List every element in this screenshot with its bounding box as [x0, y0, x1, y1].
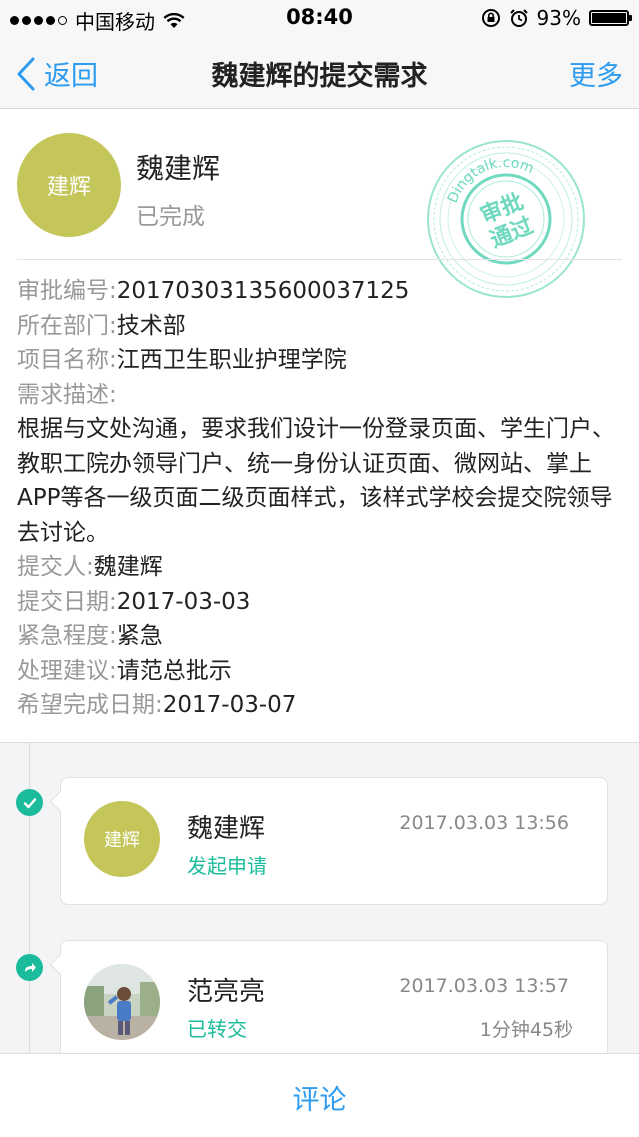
svg-text:Dingtalk.com: Dingtalk.com — [436, 141, 540, 210]
field-value: 2017-03-03 — [116, 588, 251, 615]
field-due-date: 希望完成日期: 2017-03-07 — [17, 688, 627, 723]
action-status: 已转交 — [187, 1017, 247, 1041]
field-value: 江西卫生职业护理学院 — [116, 347, 347, 373]
comment-button[interactable]: 评论 — [293, 1078, 347, 1117]
timestamp: 2017.03.03 13:56 — [399, 812, 569, 834]
timestamp: 2017.03.03 13:57 — [399, 975, 569, 997]
description-text: 根据与文处沟通，要求我们设计一份登录页面、学生门户、教职工院办领导门户、统一身份… — [17, 416, 615, 546]
field-label: 需求描述: — [17, 381, 117, 408]
page-title: 魏建辉的提交需求 — [211, 61, 428, 92]
field-value: 2017-03-07 — [162, 692, 297, 718]
approver-name: 魏建辉 — [187, 814, 266, 844]
timeline-item[interactable]: 建辉 魏建辉 2017.03.03 13:56 发起申请 — [60, 777, 608, 905]
applicant-name: 魏建辉 — [136, 152, 221, 185]
field-value: 技术部 — [116, 312, 186, 339]
field-label: 希望完成日期: — [17, 692, 163, 718]
field-label: 审批编号: — [17, 278, 117, 304]
field-label: 项目名称: — [17, 347, 117, 373]
field-urgency: 紧急程度: 紧急 — [17, 619, 627, 654]
field-list: 审批编号: 20170303135600037125 所在部门: 技术部 项目名… — [17, 274, 627, 723]
battery-icon — [589, 10, 632, 26]
approval-timeline: 建辉 魏建辉 2017.03.03 13:56 发起申请 范亮亮 2017.03… — [0, 743, 639, 1053]
divider — [17, 259, 622, 260]
check-icon — [16, 789, 43, 816]
avatar — [84, 964, 160, 1040]
field-label: 紧急程度: — [17, 623, 117, 649]
field-value: 魏建辉 — [93, 554, 163, 580]
stamp-brand: Dingtalk.com — [436, 141, 540, 210]
battery-percent: 93% — [536, 6, 581, 30]
field-suggestion: 处理建议: 请范总批示 — [17, 654, 627, 689]
approver-name: 范亮亮 — [187, 977, 266, 1007]
timeline-item[interactable]: 范亮亮 2017.03.03 13:57 已转交 1分钟45秒 — [60, 940, 608, 1053]
field-project: 项目名称: 江西卫生职业护理学院 — [17, 343, 627, 378]
field-value: 紧急 — [116, 623, 163, 649]
field-desc: 需求描述: — [17, 378, 627, 413]
alarm-icon — [509, 9, 528, 27]
duration: 1分钟45秒 — [479, 1019, 573, 1041]
status-badge: 已完成 — [136, 204, 205, 230]
more-button[interactable]: 更多 — [569, 54, 623, 93]
avatar: 建辉 — [84, 801, 160, 877]
forward-icon — [16, 954, 43, 981]
field-label: 提交人: — [17, 554, 94, 580]
field-dept: 所在部门: 技术部 — [17, 309, 627, 344]
bottom-bar: 评论 — [0, 1053, 639, 1137]
rotation-lock-icon — [481, 9, 500, 27]
field-value: 20170303135600037125 — [116, 278, 410, 304]
status-bar: 中国移动 08:40 93% — [0, 0, 639, 36]
field-submitter: 提交人: 魏建辉 — [17, 550, 627, 585]
field-label: 处理建议: — [17, 657, 117, 684]
field-approval-no: 审批编号: 20170303135600037125 — [17, 274, 627, 309]
nav-bar: 返回 魏建辉的提交需求 更多 — [0, 36, 639, 109]
request-detail: 建辉 魏建辉 已完成 Dingtalk.com 审批 通过 审批编号: 2017… — [0, 109, 639, 743]
field-submit-date: 提交日期: 2017-03-03 — [17, 585, 627, 620]
field-label: 提交日期: — [17, 588, 117, 615]
avatar: 建辉 — [17, 133, 121, 237]
status-right: 93% — [481, 6, 632, 30]
field-value: 请范总批示 — [116, 657, 232, 684]
action-status: 发起申请 — [187, 854, 267, 878]
field-label: 所在部门: — [17, 312, 117, 339]
